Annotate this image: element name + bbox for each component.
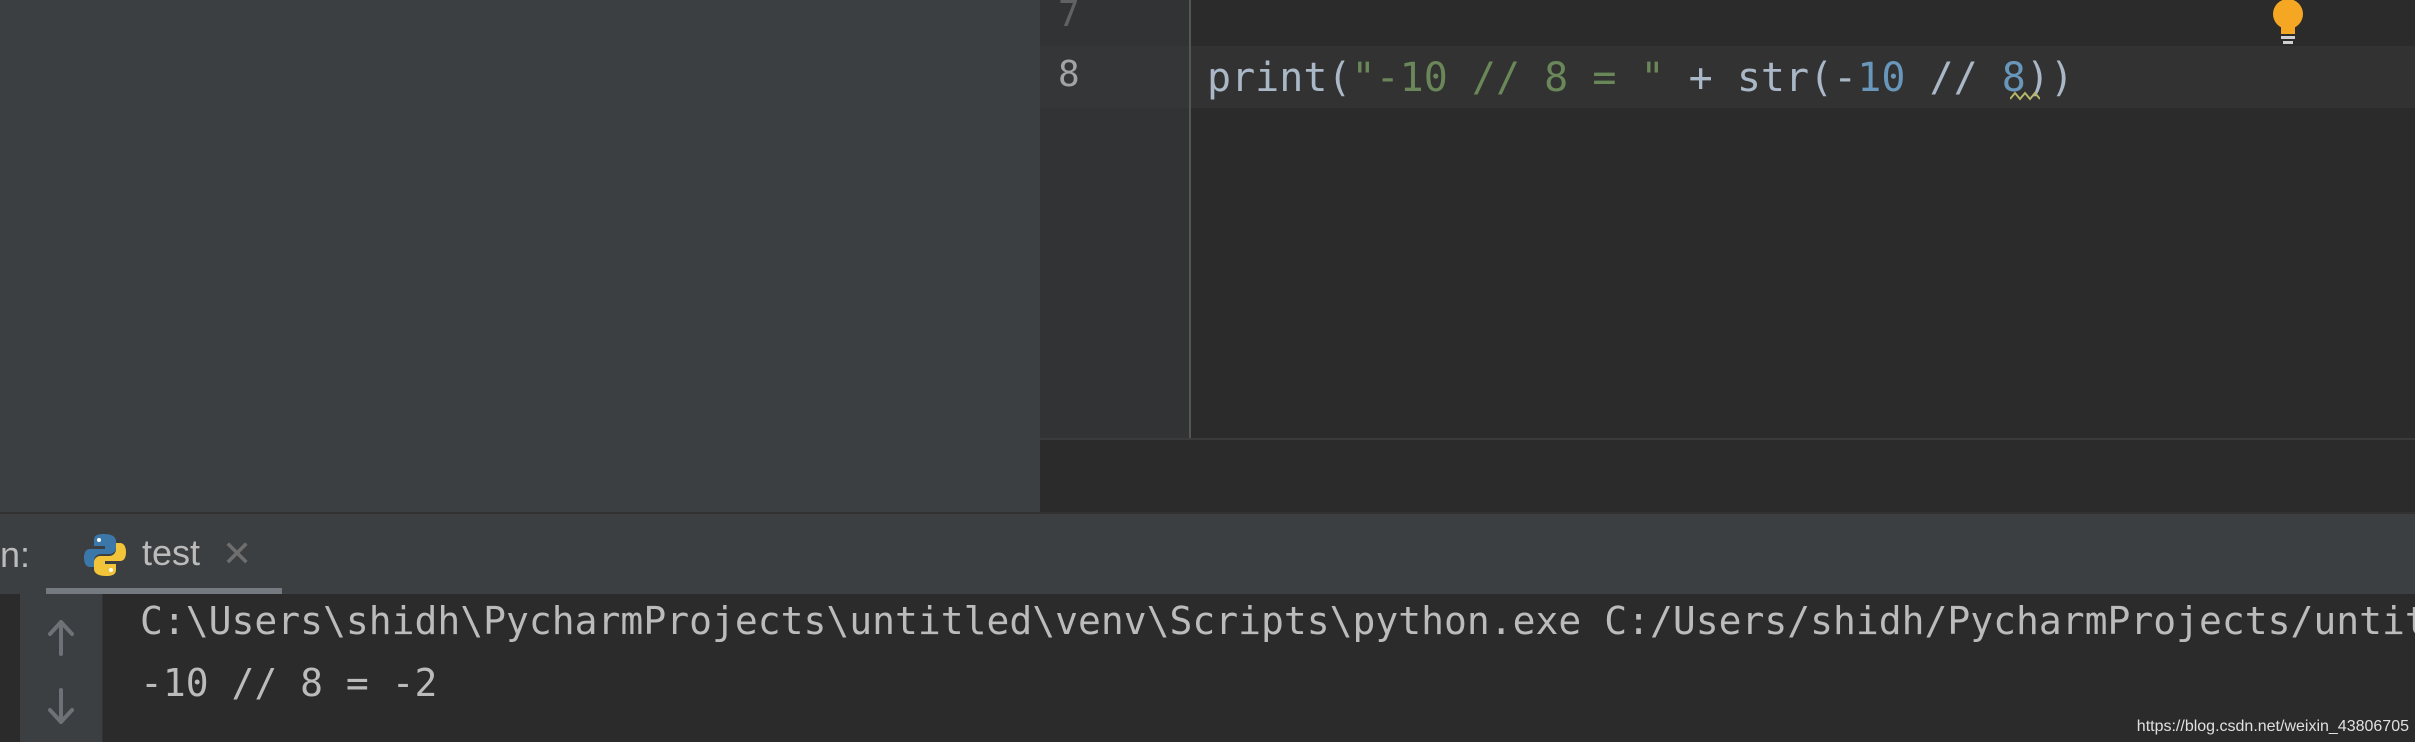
console-line-result: -10 // 8 = -2 (140, 661, 438, 705)
console-line-command: C:\Users\shidh\PycharmProjects\untitled\… (140, 599, 2415, 643)
run-tool-header: n: test ✕ (0, 512, 2415, 596)
code-editor[interactable]: 7 8 print("-10 // 8 = " + str(-10 // 8)) (1040, 0, 2415, 514)
arrow-down-icon[interactable] (38, 684, 84, 730)
code-token: 10 (1857, 55, 1906, 101)
project-pane (0, 0, 1040, 512)
console-output[interactable]: C:\Users\shidh\PycharmProjects\untitled\… (140, 594, 2415, 742)
code-token: print( (1207, 55, 1352, 101)
run-label: n: (0, 534, 31, 575)
editor-bottom-area (1040, 438, 2415, 514)
run-body: C:\Users\shidh\PycharmProjects\untitled\… (0, 594, 2415, 742)
run-toolbar (20, 594, 103, 742)
tab-test[interactable]: test ✕ (46, 514, 282, 596)
python-icon (84, 534, 126, 576)
code-token: // (1905, 55, 2002, 101)
code-token: + str(- (1664, 55, 1858, 101)
arrow-up-icon[interactable] (38, 614, 84, 660)
warning-squiggle (2010, 91, 2040, 101)
line-number: 7 (1058, 0, 1080, 35)
line-number-current: 8 (1058, 54, 1080, 95)
lightbulb-icon[interactable] (2270, 0, 2306, 44)
close-icon[interactable]: ✕ (222, 534, 252, 575)
tab-label: test (142, 532, 201, 573)
code-line-print[interactable]: print("-10 // 8 = " + str(-10 // 8)) (1207, 50, 2074, 106)
line-gutter: 7 8 (1040, 0, 1191, 438)
code-token: "-10 // 8 = " (1351, 55, 1665, 101)
watermark: https://blog.csdn.net/weixin_43806705 (2136, 718, 2409, 735)
